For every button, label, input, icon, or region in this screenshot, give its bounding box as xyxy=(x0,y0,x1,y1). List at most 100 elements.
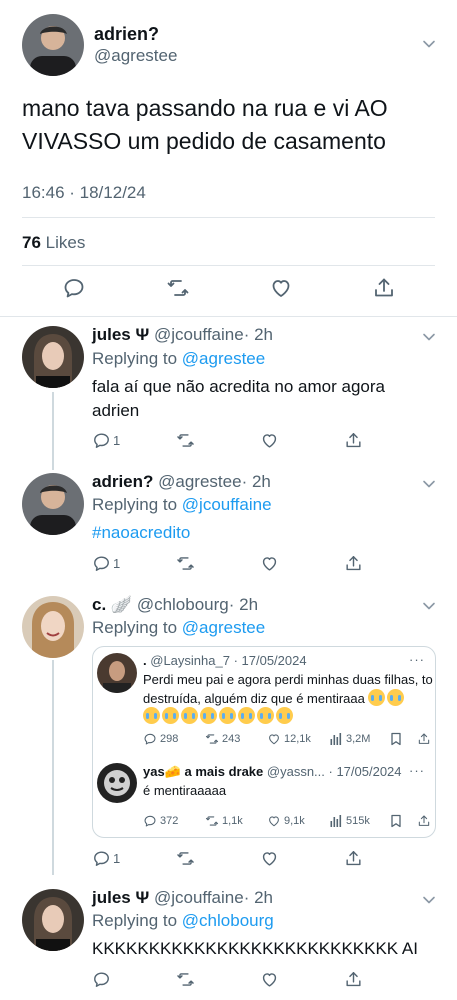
likes-count: 76 xyxy=(22,233,41,252)
quoted-author-name[interactable]: yas🧀 a mais drake xyxy=(143,764,263,779)
avatar[interactable] xyxy=(97,653,137,693)
reply-icon[interactable] xyxy=(62,276,86,300)
replying-to-link[interactable]: @agrestee xyxy=(182,349,265,368)
reply-time[interactable]: · 2h xyxy=(244,325,273,344)
retweet-icon[interactable] xyxy=(166,276,190,300)
avatar[interactable] xyxy=(22,596,84,658)
share-icon[interactable] xyxy=(372,276,396,300)
author-handle[interactable]: @jcouffaine xyxy=(154,325,244,344)
quoted-header: . @Laysinha_7 · 17/05/2024 xyxy=(143,653,307,668)
like-icon[interactable] xyxy=(260,848,279,868)
chevron-down-icon[interactable] xyxy=(422,893,436,907)
like-count: 12,1k xyxy=(284,733,311,745)
more-icon[interactable]: ··· xyxy=(409,763,425,778)
reply-button[interactable]: 1 xyxy=(92,430,120,450)
replying-to-link[interactable]: @jcouffaine xyxy=(182,495,272,514)
likes-summary[interactable]: 76 Likes xyxy=(22,233,85,253)
more-icon[interactable]: ··· xyxy=(409,652,425,667)
avatar[interactable] xyxy=(97,763,137,803)
replying-to: Replying to @chlobourg xyxy=(92,911,274,931)
hashtag-link[interactable]: #naoacredito xyxy=(92,521,432,545)
like-icon[interactable] xyxy=(269,276,293,300)
avatar[interactable] xyxy=(22,14,84,76)
reply-button[interactable]: 1 xyxy=(92,848,120,868)
reply-actions: 1 xyxy=(92,848,422,868)
avatar[interactable] xyxy=(22,889,84,951)
author-handle[interactable]: @agrestee xyxy=(158,472,241,491)
author-handle[interactable]: @agrestee xyxy=(94,46,177,66)
reply-header: jules Ψ @jcouffaine· 2h xyxy=(92,325,273,345)
quoted-text: Perdi meu pai e agora perdi minhas duas … xyxy=(143,670,433,708)
author-name[interactable]: jules Ψ xyxy=(92,325,149,344)
replying-to: Replying to @agrestee xyxy=(92,618,265,638)
chevron-down-icon[interactable] xyxy=(422,330,436,344)
chevron-down-icon[interactable] xyxy=(422,37,436,51)
quoted-tweet[interactable]: . @Laysinha_7 · 17/05/2024 ··· Perdi meu… xyxy=(93,647,435,751)
reply-count: 1 xyxy=(113,555,121,571)
quoted-date: · 17/05/2024 xyxy=(233,653,307,668)
replying-to-link[interactable]: @chlobourg xyxy=(182,911,274,930)
quoted-actions: 298 243 12,1k 3,2M xyxy=(133,731,433,747)
share-icon[interactable] xyxy=(417,731,434,747)
quoted-author-handle[interactable]: @yassn... xyxy=(267,764,325,779)
reply-time[interactable]: · 2h xyxy=(244,888,273,907)
reply-icon[interactable] xyxy=(92,969,111,989)
views-button[interactable]: 3,2M xyxy=(329,731,370,747)
author-name[interactable]: adrien? xyxy=(94,24,159,45)
crying-emoji-icon xyxy=(368,689,386,706)
quoted-header: yas🧀 a mais drake @yassn... · 17/05/2024 xyxy=(143,764,402,780)
like-button[interactable]: 9,1k xyxy=(267,813,305,829)
tweet-timestamp[interactable]: 16:46 · 18/12/24 xyxy=(22,183,146,203)
reply-button[interactable]: 372 xyxy=(143,813,178,829)
reply-time[interactable]: · 2h xyxy=(229,595,258,614)
share-icon[interactable] xyxy=(344,848,363,868)
reply-button[interactable]: 298 xyxy=(143,731,178,747)
avatar[interactable] xyxy=(22,326,84,388)
views-count: 515k xyxy=(346,815,370,827)
thread-line xyxy=(52,660,54,875)
share-icon[interactable] xyxy=(344,430,363,450)
retweet-icon[interactable] xyxy=(176,969,195,989)
share-icon[interactable] xyxy=(417,813,434,829)
quoted-tweet[interactable]: yas🧀 a mais drake @yassn... · 17/05/2024… xyxy=(93,755,435,839)
reply-actions xyxy=(92,969,422,989)
quoted-author-handle[interactable]: @Laysinha_7 xyxy=(150,653,230,668)
replying-to-link[interactable]: @agrestee xyxy=(182,618,265,637)
share-icon[interactable] xyxy=(344,969,363,989)
bookmark-icon[interactable] xyxy=(389,731,406,747)
quoted-author-name[interactable]: . xyxy=(143,653,147,668)
avatar[interactable] xyxy=(22,473,84,535)
author-name[interactable]: jules Ψ xyxy=(92,888,149,907)
retweet-button[interactable]: 1,1k xyxy=(205,813,243,829)
reply-button[interactable]: 1 xyxy=(92,553,120,573)
author-handle[interactable]: @jcouffaine xyxy=(154,888,244,907)
chevron-down-icon[interactable] xyxy=(422,477,436,491)
retweet-count: 1,1k xyxy=(222,815,243,827)
like-button[interactable]: 12,1k xyxy=(267,731,311,747)
reply-actions: 1 xyxy=(92,553,422,573)
like-icon[interactable] xyxy=(260,969,279,989)
views-button[interactable]: 515k xyxy=(329,813,370,829)
retweet-icon[interactable] xyxy=(176,430,195,450)
tweet-actions xyxy=(0,276,457,304)
reply-count: 1 xyxy=(113,850,121,866)
quoted-thread-card[interactable]: . @Laysinha_7 · 17/05/2024 ··· Perdi meu… xyxy=(92,646,436,838)
author-name[interactable]: c. 🪽 xyxy=(92,595,132,614)
share-icon[interactable] xyxy=(344,553,363,573)
retweet-icon[interactable] xyxy=(176,553,195,573)
retweet-button[interactable]: 243 xyxy=(205,731,240,747)
author-handle[interactable]: @chlobourg xyxy=(137,595,229,614)
like-icon[interactable] xyxy=(260,553,279,573)
quoted-text: é mentiraaaaa xyxy=(143,783,227,798)
bookmark-icon[interactable] xyxy=(389,813,406,829)
replying-to: Replying to @agrestee xyxy=(92,349,265,369)
reply-time[interactable]: · 2h xyxy=(242,472,271,491)
reply-count: 298 xyxy=(160,733,179,745)
like-icon[interactable] xyxy=(260,430,279,450)
retweet-icon[interactable] xyxy=(176,848,195,868)
quoted-actions: 372 1,1k 9,1k 515k xyxy=(133,813,433,829)
author-name[interactable]: adrien? xyxy=(92,472,153,491)
crying-emoji-icon xyxy=(257,707,274,724)
replying-to: Replying to @jcouffaine xyxy=(92,495,272,515)
chevron-down-icon[interactable] xyxy=(422,599,436,613)
